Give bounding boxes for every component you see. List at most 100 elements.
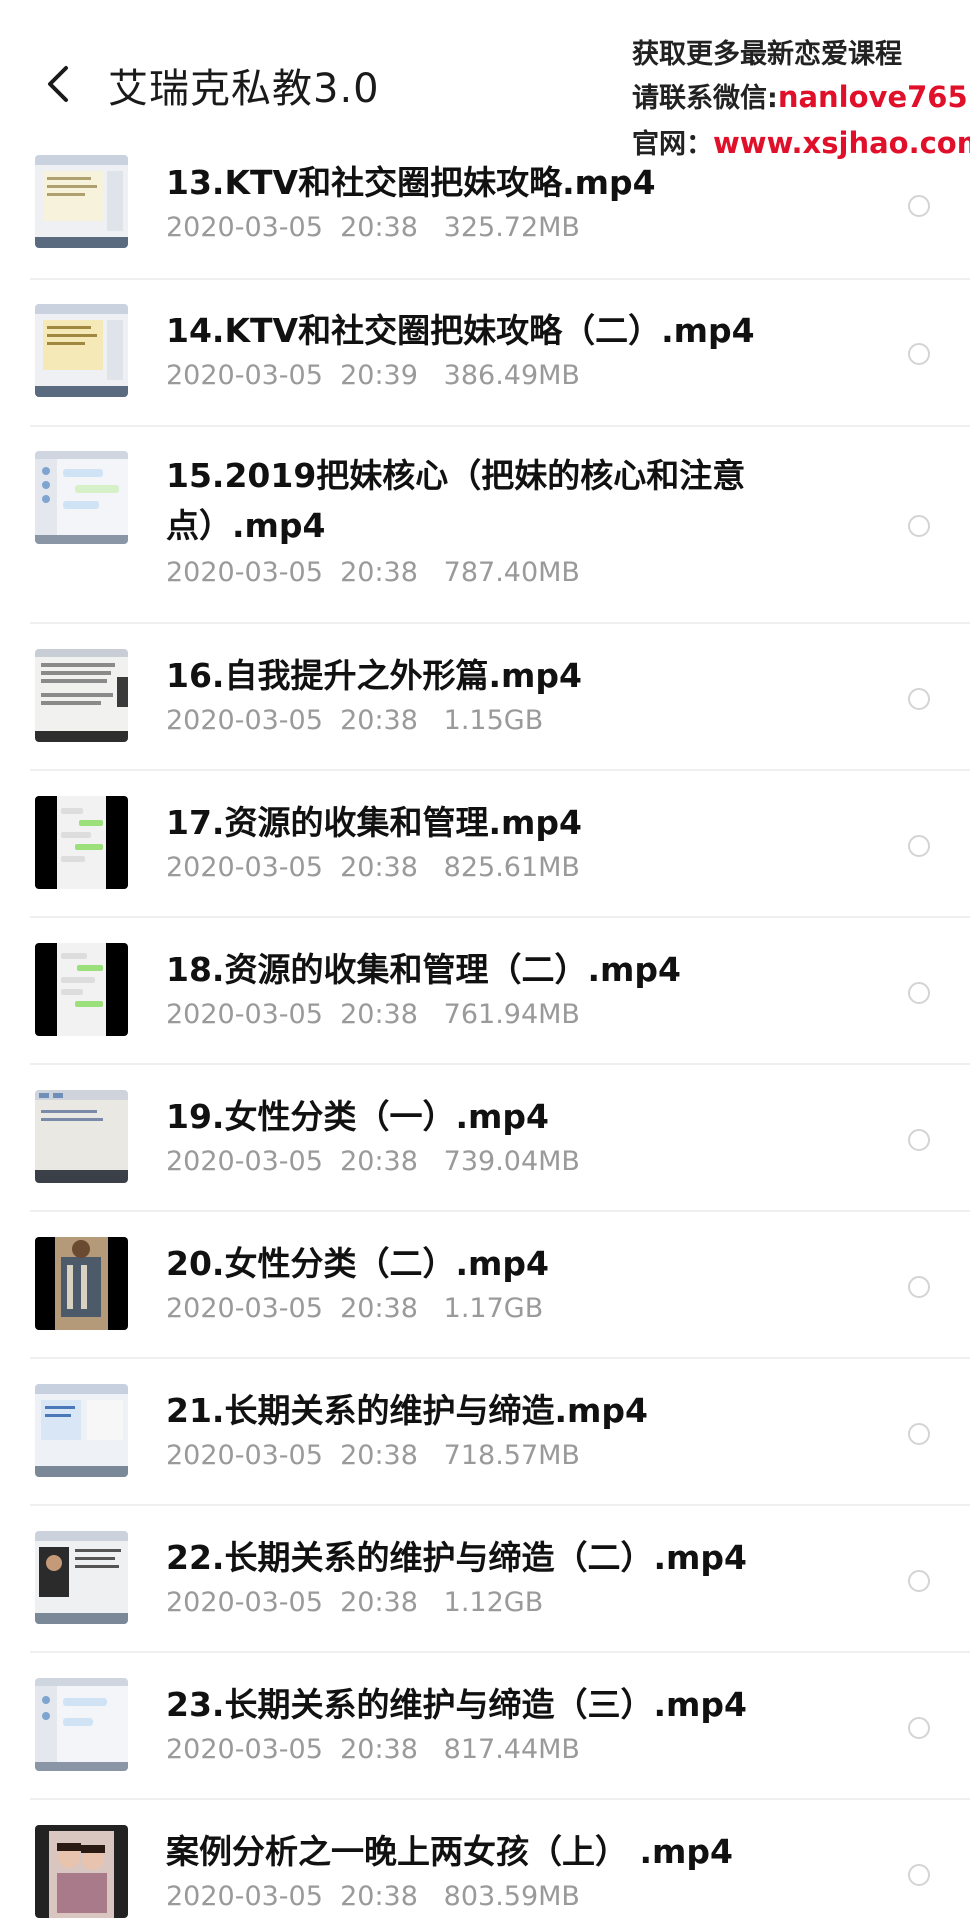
file-row[interactable]: 13.KTV和社交圈把妹攻略.mp4 2020-03-05 20:38 325.…	[0, 150, 970, 280]
file-size: 825.61MB	[443, 852, 580, 883]
promo-site-url: www.xsjhao.com	[713, 126, 970, 160]
file-meta: 2020-03-05 20:38 761.94MB	[166, 999, 580, 1030]
video-thumbnail	[35, 1678, 128, 1771]
promo-line-2: 请联系微信:nanlove765	[632, 76, 968, 115]
file-time: 20:38	[340, 705, 418, 736]
video-thumbnail	[35, 649, 128, 742]
file-name: 17.资源的收集和管理.mp4	[166, 803, 582, 842]
file-size: 386.49MB	[443, 360, 580, 391]
file-name: 18.资源的收集和管理（二）.mp4	[166, 950, 681, 989]
select-radio[interactable]	[908, 1276, 930, 1298]
file-size: 761.94MB	[443, 999, 580, 1030]
file-time: 20:38	[340, 1587, 418, 1618]
file-name: 14.KTV和社交圈把妹攻略（二）.mp4	[166, 311, 755, 350]
file-name: 16.自我提升之外形篇.mp4	[166, 656, 582, 695]
file-size: 325.72MB	[443, 212, 580, 243]
video-thumbnail	[35, 1237, 128, 1330]
select-radio[interactable]	[908, 515, 930, 537]
video-thumbnail	[35, 451, 128, 544]
video-thumbnail	[35, 1384, 128, 1477]
file-size: 1.12GB	[443, 1587, 544, 1618]
file-time: 20:38	[340, 212, 418, 243]
back-button[interactable]	[40, 60, 80, 108]
select-radio[interactable]	[908, 835, 930, 857]
file-time: 20:38	[340, 1734, 418, 1765]
select-radio[interactable]	[908, 982, 930, 1004]
file-row[interactable]: 18.资源的收集和管理（二）.mp4 2020-03-05 20:38 761.…	[0, 918, 970, 1065]
file-date: 2020-03-05	[166, 1881, 323, 1912]
file-date: 2020-03-05	[166, 1440, 323, 1471]
chevron-left-icon	[48, 66, 68, 102]
page-title: 艾瑞克私教3.0	[108, 66, 380, 112]
file-size: 803.59MB	[443, 1881, 580, 1912]
file-time: 20:38	[340, 999, 418, 1030]
file-row[interactable]: 14.KTV和社交圈把妹攻略（二）.mp4 2020-03-05 20:39 3…	[0, 280, 970, 427]
file-row[interactable]: 16.自我提升之外形篇.mp4 2020-03-05 20:38 1.15GB	[0, 624, 970, 771]
file-name: 案例分析之一晚上两女孩（上） .mp4	[166, 1832, 733, 1871]
file-date: 2020-03-05	[166, 999, 323, 1030]
file-name: 22.长期关系的维护与缔造（二）.mp4	[166, 1538, 747, 1577]
video-thumbnail	[35, 796, 128, 889]
video-thumbnail	[35, 304, 128, 397]
file-meta: 2020-03-05 20:38 1.15GB	[166, 705, 543, 736]
select-radio[interactable]	[908, 1717, 930, 1739]
file-name: 13.KTV和社交圈把妹攻略.mp4	[166, 163, 656, 202]
video-thumbnail	[35, 943, 128, 1036]
file-time: 20:38	[340, 852, 418, 883]
video-thumbnail	[35, 1090, 128, 1183]
promo-line-1: 获取更多最新恋爱课程	[632, 39, 902, 70]
file-row[interactable]: 15.2019把妹核心（把妹的核心和注意 点）.mp4 2020-03-05 20…	[0, 427, 970, 624]
file-meta: 2020-03-05 20:38 739.04MB	[166, 1146, 580, 1177]
promo-line-3: 官网：www.xsjhao.com	[632, 122, 970, 161]
file-name-line-2: 点）.mp4	[166, 506, 326, 545]
file-meta: 2020-03-05 20:39 386.49MB	[166, 360, 580, 391]
file-date: 2020-03-05	[166, 557, 323, 588]
file-row[interactable]: 19.女性分类（一）.mp4 2020-03-05 20:38 739.04MB	[0, 1065, 970, 1212]
file-size: 1.15GB	[443, 705, 544, 736]
file-date: 2020-03-05	[166, 360, 323, 391]
select-radio[interactable]	[908, 688, 930, 710]
select-radio[interactable]	[908, 1864, 930, 1886]
file-row[interactable]: 23.长期关系的维护与缔造（三）.mp4 2020-03-05 20:38 81…	[0, 1653, 970, 1800]
promo-wechat-label: 请联系微信:	[632, 83, 778, 114]
select-radio[interactable]	[908, 1129, 930, 1151]
promo-site-label: 官网：	[632, 129, 713, 160]
file-meta: 2020-03-05 20:38 803.59MB	[166, 1881, 580, 1912]
file-time: 20:38	[340, 1440, 418, 1471]
file-date: 2020-03-05	[166, 705, 323, 736]
file-date: 2020-03-05	[166, 852, 323, 883]
file-time: 20:38	[340, 1146, 418, 1177]
file-name: 20.女性分类（二）.mp4	[166, 1244, 549, 1283]
file-meta: 2020-03-05 20:38 325.72MB	[166, 212, 580, 243]
file-date: 2020-03-05	[166, 1146, 323, 1177]
file-row[interactable]: 22.长期关系的维护与缔造（二）.mp4 2020-03-05 20:38 1.…	[0, 1506, 970, 1653]
file-name: 23.长期关系的维护与缔造（三）.mp4	[166, 1685, 747, 1724]
select-radio[interactable]	[908, 1423, 930, 1445]
file-name: 15.2019把妹核心（把妹的核心和注意 点）.mp4	[166, 451, 766, 551]
select-radio[interactable]	[908, 343, 930, 365]
file-meta: 2020-03-05 20:38 817.44MB	[166, 1734, 580, 1765]
file-size: 817.44MB	[443, 1734, 580, 1765]
file-date: 2020-03-05	[166, 1587, 323, 1618]
file-row[interactable]: 20.女性分类（二）.mp4 2020-03-05 20:38 1.17GB	[0, 1212, 970, 1359]
file-name: 19.女性分类（一）.mp4	[166, 1097, 549, 1136]
file-size: 739.04MB	[443, 1146, 580, 1177]
file-size: 718.57MB	[443, 1440, 580, 1471]
file-meta: 2020-03-05 20:38 1.12GB	[166, 1587, 543, 1618]
file-size: 787.40MB	[443, 557, 580, 588]
file-row[interactable]: 21.长期关系的维护与缔造.mp4 2020-03-05 20:38 718.5…	[0, 1359, 970, 1506]
file-row[interactable]: 17.资源的收集和管理.mp4 2020-03-05 20:38 825.61M…	[0, 771, 970, 918]
video-thumbnail	[35, 155, 128, 248]
video-thumbnail	[35, 1531, 128, 1624]
file-name: 21.长期关系的维护与缔造.mp4	[166, 1391, 648, 1430]
file-meta: 2020-03-05 20:38 1.17GB	[166, 1293, 543, 1324]
file-size: 1.17GB	[443, 1293, 544, 1324]
file-row[interactable]: 案例分析之一晚上两女孩（上） .mp4 2020-03-05 20:38 803…	[0, 1800, 970, 1920]
video-thumbnail	[35, 1825, 128, 1918]
file-date: 2020-03-05	[166, 1293, 323, 1324]
file-time: 20:39	[340, 360, 418, 391]
select-radio[interactable]	[908, 1570, 930, 1592]
file-meta: 2020-03-05 20:38 718.57MB	[166, 1440, 580, 1471]
select-radio[interactable]	[908, 195, 930, 217]
file-name-line-1: 15.2019把妹核心（把妹的核心和注意	[166, 456, 746, 495]
